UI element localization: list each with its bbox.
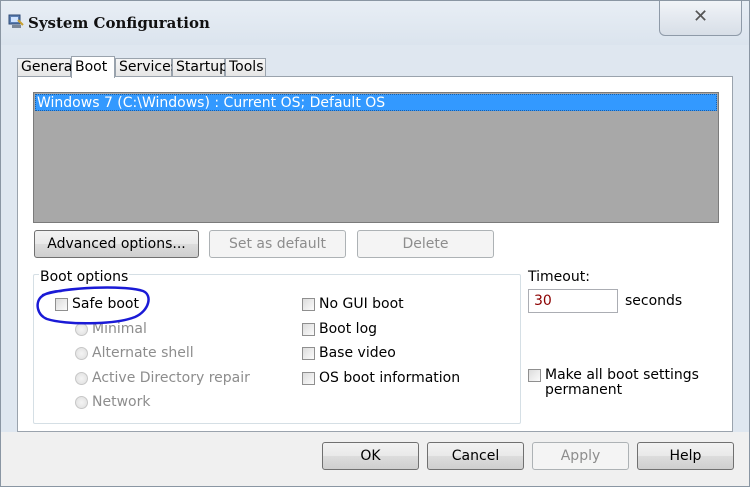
cancel-button[interactable]: Cancel	[427, 442, 524, 470]
tab-general[interactable]: General	[17, 58, 76, 77]
help-button[interactable]: Help	[637, 442, 734, 470]
os-boot-information-checkbox[interactable]	[302, 372, 315, 385]
close-button[interactable]: ✕	[659, 1, 742, 36]
system-configuration-icon	[8, 14, 24, 28]
safe-boot-checkbox[interactable]	[55, 298, 68, 311]
set-as-default-button[interactable]: Set as default	[209, 230, 346, 258]
tab-services[interactable]: Services	[115, 58, 178, 77]
boot-log-label: Boot log	[319, 321, 378, 337]
timeout-label: Timeout:	[528, 269, 590, 285]
os-list[interactable]: Windows 7 (C:\Windows) : Current OS; Def…	[33, 92, 719, 223]
os-list-item-selected[interactable]: Windows 7 (C:\Windows) : Current OS; Def…	[35, 94, 717, 111]
delete-button[interactable]: Delete	[357, 230, 494, 258]
system-configuration-window: System Configuration ✕ General Boot Serv…	[0, 0, 750, 487]
base-video-checkbox[interactable]	[302, 347, 315, 360]
radio-button[interactable]	[75, 323, 88, 336]
radio-button[interactable]	[75, 347, 88, 360]
boot-tab-panel: Windows 7 (C:\Windows) : Current OS; Def…	[17, 76, 733, 432]
radio-button[interactable]	[75, 396, 88, 409]
timeout-unit-label: seconds	[625, 293, 683, 309]
timeout-input[interactable]	[528, 289, 618, 313]
tab-tools[interactable]: Tools	[225, 58, 266, 77]
radio-alternate-shell-label: Alternate shell	[92, 345, 194, 361]
make-permanent-label-line2: permanent	[545, 382, 623, 398]
safe-boot-label: Safe boot	[72, 296, 139, 312]
tab-startup[interactable]: Startup	[172, 58, 228, 77]
radio-minimal-label: Minimal	[92, 321, 147, 337]
title-bar[interactable]: System Configuration ✕	[1, 1, 749, 45]
close-icon: ✕	[693, 6, 709, 27]
radio-button[interactable]	[75, 372, 88, 385]
no-gui-boot-checkbox[interactable]	[302, 298, 315, 311]
make-permanent-checkbox[interactable]	[528, 369, 541, 382]
tab-boot[interactable]: Boot	[71, 56, 115, 78]
ok-button[interactable]: OK	[322, 442, 419, 470]
advanced-options-button[interactable]: Advanced options...	[34, 230, 199, 258]
dialog-footer: OK Cancel Apply Help	[1, 432, 749, 486]
radio-network-label: Network	[92, 394, 151, 410]
radio-active-directory-repair-label: Active Directory repair	[92, 370, 250, 386]
base-video-label: Base video	[319, 345, 396, 361]
window-title: System Configuration	[28, 14, 210, 32]
boot-options-label: Boot options	[39, 269, 130, 285]
apply-button[interactable]: Apply	[532, 442, 629, 470]
os-boot-information-label: OS boot information	[319, 370, 461, 386]
no-gui-boot-label: No GUI boot	[319, 296, 404, 312]
boot-log-checkbox[interactable]	[302, 323, 315, 336]
